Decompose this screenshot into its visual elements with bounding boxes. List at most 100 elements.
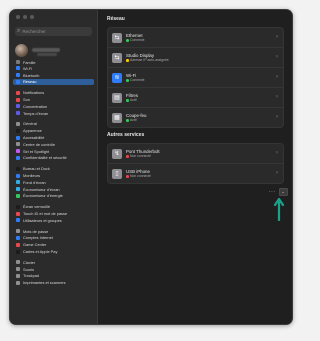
mouse-icon [16, 267, 20, 272]
sidebar-item-siri-et-spotlight[interactable]: Siri et Spotlight [13, 148, 94, 155]
sidebar-item--conomiseur-d-cran[interactable]: Économiseur d’écran [13, 186, 94, 193]
sidebar-item-wi-fi[interactable]: Wi-Fi [13, 65, 94, 72]
sidebar-item-utilisateurs-et-groupes[interactable]: Utilisateurs et groupes [13, 217, 94, 224]
sidebar-item-game-center[interactable]: Game Center [13, 241, 94, 248]
sidebar-item-label: Imprimantes et scanners [23, 280, 66, 286]
search-field[interactable]: ⌕ [15, 27, 92, 36]
sidebar-item-comptes-internet[interactable]: Comptes Internet [13, 235, 94, 242]
sidebar-item-fond-d-cran[interactable]: Fond d’écran [13, 179, 94, 186]
wallpaper-icon [16, 180, 20, 185]
sidebar-item-label: Réseau [23, 79, 37, 85]
bell-icon [16, 90, 20, 95]
phone-icon: ▯ [112, 168, 122, 179]
close-button[interactable] [16, 15, 20, 19]
service-status: Adresse IP auto-assignée [126, 58, 169, 63]
service-row[interactable]: ▤ Filtres Actif › [108, 88, 283, 108]
sidebar-item-confidentialit-et-s-curit-[interactable]: Confidentialité et sécurité [13, 155, 94, 162]
sidebar-item-label: Confidentialité et sécurité [23, 155, 67, 161]
sidebar-item-label: Bluetooth [23, 72, 40, 78]
service-row[interactable]: ⇆ Ethernet Connecté › [108, 28, 283, 48]
other-services-title: Autres services [107, 132, 145, 138]
sidebar-item-imprimantes-et-scanners[interactable]: Imprimantes et scanners [13, 279, 94, 286]
fingerprint-icon [16, 211, 20, 216]
service-row[interactable]: ▦ Coupe-feu Actif › [108, 108, 283, 127]
status-text: Connecté [130, 38, 145, 42]
chevron-right-icon: › [276, 54, 278, 60]
sidebar-item-apparence[interactable]: Apparence [13, 127, 94, 134]
service-status: Non connecté [126, 174, 151, 179]
zoom-button[interactable] [30, 15, 34, 19]
sidebar-item-label: Trackpad [23, 273, 40, 279]
hourglass-icon [16, 111, 20, 116]
wallet-icon [16, 249, 20, 254]
service-row[interactable]: ↯ Pont Thunderbolt Non connecté › [108, 144, 283, 164]
accessibility-icon [16, 135, 20, 140]
battery-icon [16, 193, 20, 198]
sidebar-item-notifications[interactable]: Notifications [13, 89, 94, 96]
sidebar-item-r-seau[interactable]: Réseau [13, 78, 94, 86]
sidebar-item-mots-de-passe[interactable]: Mots de passe [13, 228, 94, 235]
sidebar-item--conomiseur-d-nergie[interactable]: Économiseur d’énergie [13, 193, 94, 200]
sidebar-item-accessibilit-[interactable]: Accessibilité [13, 134, 94, 141]
gamecenter-icon [16, 242, 20, 247]
minimize-button[interactable] [23, 15, 27, 19]
window-controls [16, 15, 34, 19]
sidebar-item-label: Comptes Internet [23, 235, 53, 241]
sidebar-item-label: Game Center [23, 242, 47, 248]
sidebar-item-bureau-et-dock[interactable]: Bureau et Dock [13, 165, 94, 172]
service-text: Coupe-feu Actif [126, 113, 147, 123]
status-dot-icon [126, 119, 129, 122]
chevron-right-icon: › [276, 114, 278, 120]
sidebar-item-label: Siri et Spotlight [23, 148, 50, 154]
service-row[interactable]: ▯ USB iPhone Non connecté › [108, 164, 283, 183]
sidebar-item-label: Concentration [23, 103, 48, 109]
account-name-redacted [32, 48, 60, 52]
sidebar-item-concentration[interactable]: Concentration [13, 103, 94, 110]
sidebar-item-label: Cartes et Apple Pay [23, 249, 58, 255]
sidebar-item-trackpad[interactable]: Trackpad [13, 273, 94, 280]
apple-account[interactable] [15, 39, 92, 61]
services-toolbar: ··· ⌄ [269, 188, 288, 196]
display-icon [16, 173, 20, 178]
sidebar-separator [13, 117, 94, 121]
chevron-right-icon: › [276, 34, 278, 40]
wifi-icon: ≋ [112, 72, 122, 83]
at-icon [16, 235, 20, 240]
sidebar-item-label: Économiseur d’énergie [23, 193, 63, 199]
sidebar-item-son[interactable]: Son [13, 96, 94, 103]
sidebar: ⌕ Famille Wi-FiBluetoothRéseauNotificati… [10, 10, 98, 324]
service-status: Actif [126, 98, 138, 103]
key-icon [16, 229, 20, 234]
sidebar-item-souris[interactable]: Souris [13, 266, 94, 273]
service-text: USB iPhone Non connecté [126, 169, 151, 179]
service-row[interactable]: ⇆ Studio Display Adresse IP auto-assignée › [108, 48, 283, 68]
service-row[interactable]: ≋ Wi-Fi Connecté › [108, 68, 283, 88]
sidebar-item-label: Bureau et Dock [23, 166, 50, 172]
avatar [15, 43, 28, 57]
hand-icon [16, 155, 20, 160]
search-input[interactable] [20, 27, 83, 36]
sidebar-item-label: Accessibilité [23, 135, 45, 141]
chevron-right-icon: › [276, 94, 278, 100]
actions-menu-button[interactable]: ⌄ [278, 188, 288, 196]
control-center-icon [16, 142, 20, 147]
ethernet-icon: ⇆ [112, 52, 122, 63]
sidebar-item-g-n-ral[interactable]: Général [13, 121, 94, 128]
sidebar-item-clavier[interactable]: Clavier [13, 259, 94, 266]
sidebar-item--cran-verrouill-[interactable]: Écran verrouillé [13, 203, 94, 210]
more-actions-button[interactable]: ··· [269, 189, 276, 195]
sidebar-item-label: Économiseur d’écran [23, 186, 60, 192]
service-status: Connecté [126, 78, 145, 83]
status-dot-icon [126, 175, 129, 178]
status-text: Non connecté [130, 154, 151, 158]
sidebar-item-temps-d-cran[interactable]: Temps d’écran [13, 110, 94, 117]
service-text: Ethernet Connecté [126, 33, 145, 43]
sidebar-item-bluetooth[interactable]: Bluetooth [13, 72, 94, 79]
status-text: Actif [130, 98, 137, 102]
status-text: Non connecté [130, 174, 151, 178]
sidebar-item-touch-id-et-mot-de-passe[interactable]: Touch ID et mot de passe [13, 210, 94, 217]
status-text: Connecté [130, 78, 145, 82]
sidebar-item-moniteurs[interactable]: Moniteurs [13, 172, 94, 179]
sidebar-item-cartes-et-apple-pay[interactable]: Cartes et Apple Pay [13, 248, 94, 255]
sidebar-item-centre-de-contr-le[interactable]: Centre de contrôle [13, 141, 94, 148]
